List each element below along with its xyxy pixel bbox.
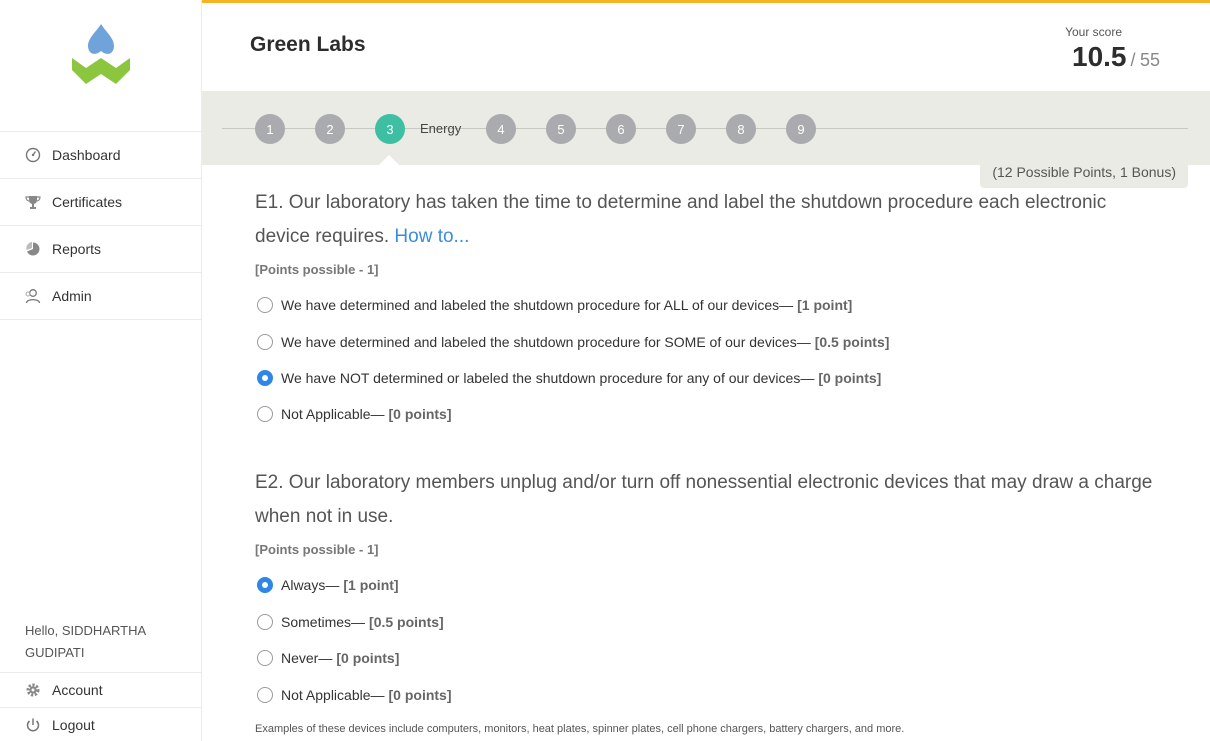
- e1-option-na[interactable]: Not Applicable— [0 points]: [257, 406, 452, 422]
- e2-option-na[interactable]: Not Applicable— [0 points]: [257, 687, 452, 703]
- option-points: [0 points]: [388, 687, 452, 703]
- radio-button-checked[interactable]: [257, 370, 273, 386]
- option-label: Not Applicable—: [281, 406, 385, 422]
- sidebar-item-label: Admin: [52, 288, 92, 304]
- sidebar-item-reports[interactable]: Reports: [0, 226, 202, 273]
- sidebar-item-account[interactable]: Account: [0, 673, 202, 708]
- question-e2-text: E2. Our laboratory members unplug and/or…: [255, 466, 1155, 534]
- step-7[interactable]: 7: [666, 114, 696, 144]
- score-label: Your score: [1065, 25, 1122, 39]
- sidebar-nav: Dashboard Certificates Reports Admin: [0, 131, 202, 320]
- user-greeting: Hello, SIDDHARTHA GUDIPATI: [25, 620, 190, 664]
- radio-button-checked[interactable]: [257, 577, 273, 593]
- main-content: Green Labs Your score 10.5/ 55 1 2 3 Ene…: [202, 0, 1210, 741]
- score-value: 10.5: [1072, 41, 1127, 72]
- option-label: We have determined and labeled the shutd…: [281, 334, 811, 350]
- sidebar-item-label: Dashboard: [52, 147, 121, 163]
- option-points: [1 point]: [343, 577, 399, 593]
- step-2[interactable]: 2: [315, 114, 345, 144]
- sidebar-item-label: Certificates: [52, 194, 123, 210]
- option-label: Never—: [281, 650, 333, 666]
- question-text: E2. Our laboratory members unplug and/or…: [255, 472, 1153, 527]
- how-to-link[interactable]: How to...: [394, 226, 469, 247]
- power-icon: [24, 716, 42, 734]
- e1-option-some[interactable]: We have determined and labeled the shutd…: [257, 334, 889, 350]
- sidebar-item-certificates[interactable]: Certificates: [0, 179, 202, 226]
- option-points: [0 points]: [388, 406, 452, 422]
- radio-button[interactable]: [257, 687, 273, 703]
- step-1[interactable]: 1: [255, 114, 285, 144]
- brand-logo[interactable]: [68, 22, 134, 92]
- option-label: Not Applicable—: [281, 687, 385, 703]
- users-icon: [24, 287, 42, 305]
- score-max: 55: [1139, 50, 1160, 70]
- e2-option-always[interactable]: Always— [1 point]: [257, 577, 399, 593]
- device-examples-note: Examples of these devices include comput…: [255, 723, 905, 735]
- pie-chart-icon: [24, 240, 42, 258]
- question-text: E1. Our laboratory has taken the time to…: [255, 192, 1107, 247]
- e2-option-never[interactable]: Never— [0 points]: [257, 650, 399, 666]
- step-9[interactable]: 9: [786, 114, 816, 144]
- step-progress-bar: 1 2 3 Energy 4 5 6 7 8 9: [202, 91, 1210, 165]
- step-8[interactable]: 8: [726, 114, 756, 144]
- page-title: Green Labs: [250, 33, 366, 56]
- sidebar-item-dashboard[interactable]: Dashboard: [0, 132, 202, 179]
- sidebar-item-label: Logout: [52, 717, 95, 733]
- radio-button[interactable]: [257, 650, 273, 666]
- option-points: [1 point]: [797, 297, 853, 313]
- dashboard-icon: [24, 146, 42, 164]
- sidebar-item-label: Reports: [52, 241, 102, 257]
- option-label: Sometimes—: [281, 614, 366, 630]
- option-points: [0.5 points]: [814, 334, 890, 350]
- sidebar-item-logout[interactable]: Logout: [0, 708, 202, 741]
- option-points: [0 points]: [336, 650, 400, 666]
- e1-option-all[interactable]: We have determined and labeled the shutd…: [257, 297, 852, 313]
- trophy-icon: [24, 193, 42, 211]
- step-4[interactable]: 4: [486, 114, 516, 144]
- option-points: [0 points]: [818, 370, 882, 386]
- score-separator: /: [1130, 50, 1136, 70]
- step-6[interactable]: 6: [606, 114, 636, 144]
- score-display: 10.5/ 55: [1072, 41, 1160, 73]
- radio-button[interactable]: [257, 297, 273, 313]
- points-possible-label: [Points possible - 1]: [255, 262, 379, 277]
- e1-option-not[interactable]: We have NOT determined or labeled the sh…: [257, 370, 881, 386]
- points-possible-label: [Points possible - 1]: [255, 542, 379, 557]
- question-e1-text: E1. Our laboratory has taken the time to…: [255, 186, 1155, 254]
- step-track: [222, 128, 1188, 129]
- radio-button[interactable]: [257, 334, 273, 350]
- radio-button[interactable]: [257, 614, 273, 630]
- active-step-caret: [379, 155, 399, 165]
- step-3[interactable]: 3: [375, 114, 405, 144]
- option-label: We have NOT determined or labeled the sh…: [281, 370, 815, 386]
- account-nav: Account Logout: [0, 672, 202, 741]
- active-step-label: Energy: [420, 121, 462, 136]
- step-5[interactable]: 5: [546, 114, 576, 144]
- gear-icon: [24, 681, 42, 699]
- sidebar-item-label: Account: [52, 682, 103, 698]
- sidebar-item-admin[interactable]: Admin: [0, 273, 202, 320]
- e2-option-sometimes[interactable]: Sometimes— [0.5 points]: [257, 614, 444, 630]
- app-root: Dashboard Certificates Reports Admin Hel…: [0, 0, 1210, 741]
- option-points: [0.5 points]: [369, 614, 444, 630]
- option-label: We have determined and labeled the shutd…: [281, 297, 794, 313]
- option-label: Always—: [281, 577, 340, 593]
- radio-button[interactable]: [257, 406, 273, 422]
- greeting-prefix: Hello,: [25, 623, 59, 638]
- possible-points-badge: (12 Possible Points, 1 Bonus): [980, 158, 1188, 188]
- sidebar: Dashboard Certificates Reports Admin Hel…: [0, 0, 202, 741]
